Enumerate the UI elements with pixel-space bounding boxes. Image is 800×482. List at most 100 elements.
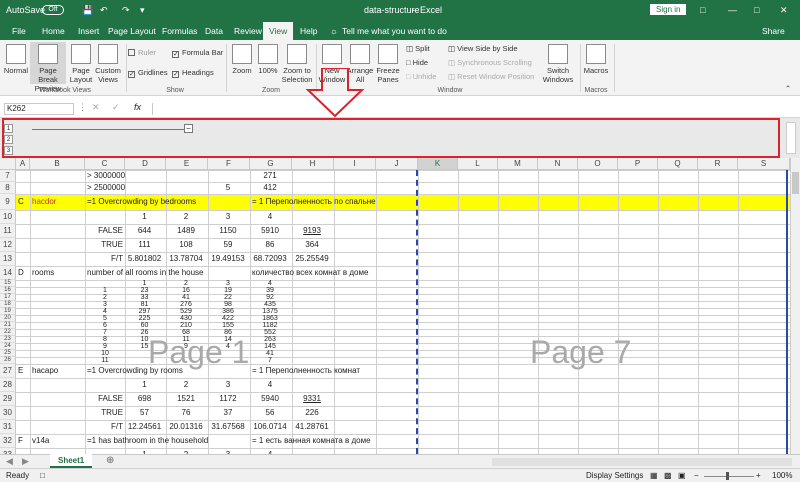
cell-b14[interactable]: rooms [32,268,54,278]
cell-f29[interactable]: 1172 [208,394,248,404]
column-header-s[interactable]: S [738,158,790,170]
formula-bar-checkbox[interactable]: ✓ Formula Bar [172,48,223,58]
cell-f11[interactable]: 1150 [208,226,248,236]
row-header-25[interactable]: 25 [0,350,16,357]
cell-e13[interactable]: 13.78704 [166,254,206,264]
worksheet-grid[interactable]: ABCDEFGHIJKLMNOPQRS 7 8 9 10 11 12 13 14 15 16 17 1… [0,158,790,454]
row-header-31[interactable]: 31 [0,420,16,434]
cell-c26[interactable]: 11 [85,356,125,366]
cell-d11[interactable]: 644 [125,226,164,236]
horizontal-scrollbar[interactable] [492,458,792,466]
save-icon[interactable]: 💾 [82,5,93,16]
normal-view-status-icon[interactable]: ▦ [650,471,658,480]
tab-formulas[interactable]: Formulas [162,26,197,36]
tab-file[interactable]: File [12,26,26,36]
row-header-9[interactable]: 9 [0,194,16,210]
column-header-d[interactable]: D [125,158,166,170]
cell-f31[interactable]: 31.67568 [208,422,248,432]
zoom-in-icon[interactable]: + [756,471,761,480]
autosave-label[interactable]: AutoSave [6,5,45,15]
cell-c30[interactable]: TRUE [87,408,123,418]
column-header-n[interactable]: N [538,158,578,170]
cell-c8[interactable]: > 2500000 [87,183,125,193]
cell-c14[interactable]: number of all rooms in the house [87,268,204,278]
cell-g14[interactable]: количество всех комнат в доме [252,268,368,278]
cell-c9[interactable]: =1 Overcrowding by bedrooms [87,197,196,207]
cell-d12[interactable]: 111 [125,240,164,250]
row-header-28[interactable]: 28 [0,378,16,392]
cell-e31[interactable]: 20.01316 [166,422,206,432]
column-header-m[interactable]: M [498,158,538,170]
page-break-status-icon[interactable]: ▣ [678,471,686,480]
cell-e11[interactable]: 1489 [166,226,206,236]
enter-icon[interactable]: ✓ [112,102,120,113]
cell-e12[interactable]: 108 [166,240,206,250]
row-header-13[interactable]: 13 [0,252,16,266]
row-header-19[interactable]: 19 [0,308,16,315]
cell-d30[interactable]: 57 [125,408,164,418]
cell-c11[interactable]: FALSE [87,226,123,236]
cell-a27[interactable]: E [18,366,23,376]
cell-d28[interactable]: 1 [125,380,164,390]
gridlines-checkbox[interactable]: ✓ Gridlines [128,68,168,78]
cell-d13[interactable]: 5.801802 [125,254,164,264]
cell-g27[interactable]: = 1 Переполненность комнат [252,366,360,376]
row-header-23[interactable]: 23 [0,336,16,343]
split-button[interactable]: ◫ Split [406,44,430,53]
column-header-q[interactable]: Q [658,158,698,170]
name-box-dropdown-icon[interactable]: ⋮ [78,102,87,113]
cell-g13[interactable]: 68.72093 [250,254,290,264]
row-header-7[interactable]: 7 [0,170,16,182]
tab-page-layout[interactable]: Page Layout [108,26,156,36]
column-header-j[interactable]: J [376,158,418,170]
redo-icon[interactable]: ↷ [122,5,130,16]
cell-f12[interactable]: 59 [208,240,248,250]
cell-c12[interactable]: TRUE [87,240,123,250]
insert-function-icon[interactable]: fx [134,102,141,112]
outline-scrollbar[interactable] [786,122,796,154]
zoom-level[interactable]: 100% [772,471,792,480]
scroll-right-icon[interactable]: ▶ [22,456,29,467]
cell-h30[interactable]: 226 [292,408,332,418]
cell-e29[interactable]: 1521 [166,394,206,404]
cell-d31[interactable]: 12.24561 [125,422,164,432]
cell-f28[interactable]: 3 [208,380,248,390]
column-header-b[interactable]: B [30,158,85,170]
maximize-icon[interactable]: □ [754,5,759,15]
cell-a14[interactable]: D [18,268,24,278]
row-header-12[interactable]: 12 [0,238,16,252]
macros-button[interactable]: Macros [582,44,610,75]
page-layout-status-icon[interactable]: ▩ [664,471,672,480]
tab-home[interactable]: Home [42,26,65,36]
cell-c31[interactable]: F/T [87,422,123,432]
row-header-24[interactable]: 24 [0,343,16,350]
row-header-26[interactable]: 26 [0,357,16,364]
row-header-17[interactable]: 17 [0,294,16,301]
page-break-preview-button[interactable]: Page Break Preview [30,42,66,93]
cell-b9[interactable]: hacdor [32,197,56,207]
cell-c29[interactable]: FALSE [87,394,123,404]
column-header-r[interactable]: R [698,158,738,170]
row-header-20[interactable]: 20 [0,315,16,322]
formula-input[interactable] [152,103,788,115]
close-icon[interactable]: ✕ [780,5,788,16]
collapse-ribbon-icon[interactable]: ⌃ [782,84,794,93]
ruler-checkbox[interactable]: Ruler [128,48,156,57]
zoom-slider-thumb[interactable] [726,472,729,480]
row-header-11[interactable]: 11 [0,224,16,238]
row-header-30[interactable]: 30 [0,406,16,420]
zoom-slider[interactable] [704,476,754,477]
tab-insert[interactable]: Insert [78,26,99,36]
tab-help[interactable]: Help [300,26,317,36]
column-header-f[interactable]: F [208,158,250,170]
cell-a9[interactable]: C [18,197,24,207]
sheet-tab-sheet1[interactable]: Sheet1 [50,454,93,468]
row-header-16[interactable]: 16 [0,287,16,294]
headings-checkbox[interactable]: ✓ Headings [172,68,214,78]
cell-e28[interactable]: 2 [166,380,206,390]
cell-g11[interactable]: 5910 [250,226,290,236]
switch-windows-button[interactable]: Switch Windows [540,44,576,84]
cell-e30[interactable]: 76 [166,408,206,418]
cell-b27[interactable]: hacapo [32,366,58,376]
unhide-button[interactable]: □ Unhide [406,72,436,81]
